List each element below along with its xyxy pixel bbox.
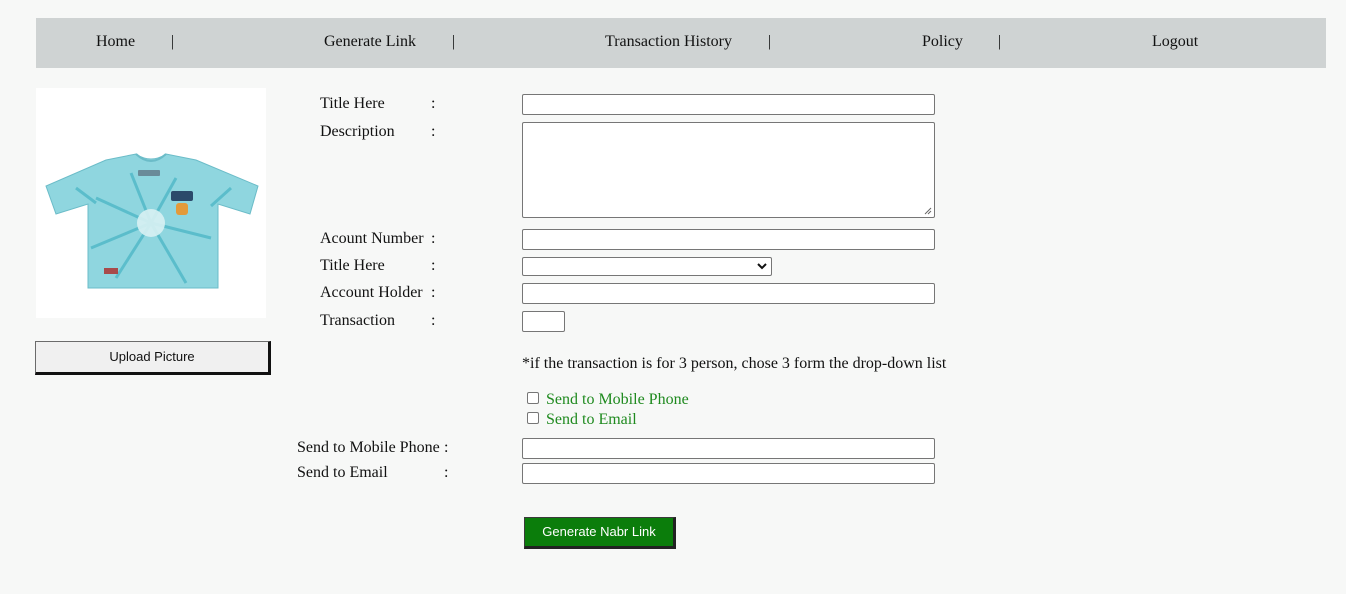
chevron-down-icon (757, 263, 767, 270)
account-holder-input[interactable] (522, 283, 935, 304)
colon: : (431, 312, 436, 329)
tshirt-icon (45, 153, 259, 289)
colon: : (444, 439, 449, 456)
transaction-note: *if the transaction is for 3 person, cho… (522, 355, 947, 372)
nav-home[interactable]: Home (96, 33, 135, 51)
nav-separator: | (171, 33, 175, 50)
nav-generate-link[interactable]: Generate Link (324, 33, 416, 51)
nav-logout[interactable]: Logout (1152, 33, 1198, 51)
colon: : (444, 464, 449, 481)
send-email-label: Send to Email (297, 464, 388, 481)
title2-label: Title Here (320, 257, 385, 274)
account-number-label: Acount Number (320, 230, 424, 247)
title-input[interactable] (522, 94, 935, 115)
send-email-checkbox-label[interactable]: Send to Email (546, 411, 637, 429)
account-holder-label: Account Holder (320, 284, 423, 301)
top-nav: Home | Generate Link | Transaction Histo… (36, 18, 1326, 68)
description-textarea[interactable] (522, 122, 935, 218)
nav-policy[interactable]: Policy (922, 33, 963, 51)
nav-separator: | (768, 33, 772, 50)
send-mobile-label: Send to Mobile Phone (297, 439, 440, 456)
send-mobile-input[interactable] (522, 438, 935, 459)
send-mobile-checkbox[interactable] (527, 392, 539, 404)
transaction-input[interactable] (522, 311, 565, 332)
title-select[interactable] (522, 257, 772, 276)
colon: : (431, 257, 436, 274)
description-label: Description (320, 123, 395, 140)
transaction-label: Transaction (320, 312, 395, 329)
send-email-checkbox[interactable] (527, 412, 539, 424)
colon: : (431, 123, 436, 140)
colon: : (431, 284, 436, 301)
title-label: Title Here (320, 95, 385, 112)
send-email-input[interactable] (522, 463, 935, 484)
nav-transaction-history[interactable]: Transaction History (605, 33, 732, 51)
nav-separator: | (998, 33, 1002, 50)
send-mobile-checkbox-label[interactable]: Send to Mobile Phone (546, 391, 689, 409)
account-number-input[interactable] (522, 229, 935, 250)
product-picture (36, 88, 266, 318)
colon: : (431, 95, 436, 112)
upload-picture-button[interactable]: Upload Picture (35, 341, 271, 375)
resize-grip-icon[interactable] (924, 207, 932, 215)
generate-link-button[interactable]: Generate Nabr Link (524, 517, 676, 549)
nav-separator: | (452, 33, 456, 50)
colon: : (431, 230, 436, 247)
